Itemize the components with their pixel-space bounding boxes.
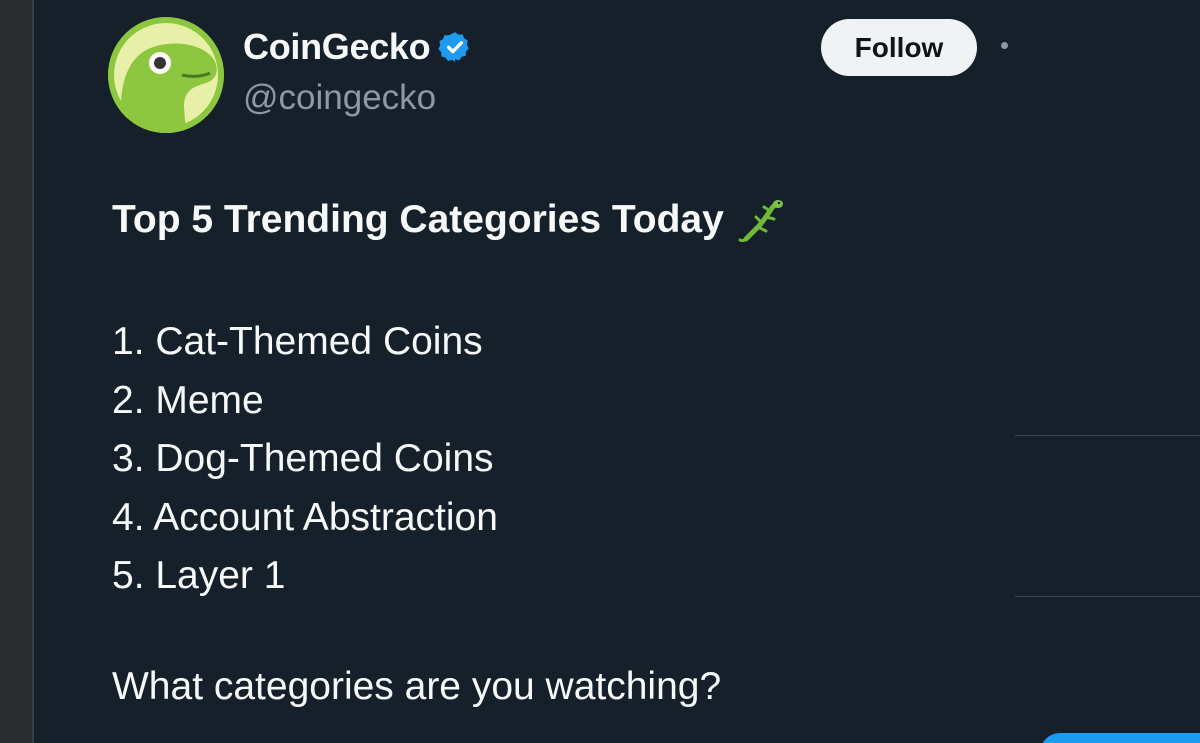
follow-button[interactable]: Follow — [821, 19, 977, 76]
tweet-title: Top 5 Trending Categories Today — [112, 198, 724, 241]
list-item: 5. Layer 1 — [112, 554, 286, 597]
verified-badge-icon — [438, 32, 470, 62]
list-item: 3. Dog-Themed Coins — [112, 437, 494, 480]
list-item: 1. Cat-Themed Coins — [112, 320, 483, 363]
left-border-edge — [32, 0, 34, 743]
tweet-screenshot: CoinGecko @coingecko Follow Top 5 Trendi… — [0, 0, 1200, 743]
sidebar-divider — [1015, 435, 1200, 436]
left-border-strip — [0, 0, 34, 743]
author-name-row[interactable]: CoinGecko — [243, 26, 472, 68]
author-handle[interactable]: @coingecko — [243, 78, 436, 118]
sidebar-divider — [1015, 596, 1200, 597]
more-options-icon[interactable] — [1001, 42, 1008, 49]
trending-categories-list: 1. Cat-Themed Coins 2. Meme 3. Dog-Theme… — [112, 313, 498, 606]
coingecko-logo-icon — [108, 17, 224, 133]
avatar[interactable] — [108, 17, 224, 133]
list-item: 4. Account Abstraction — [112, 495, 498, 539]
partial-blue-button[interactable] — [1040, 733, 1200, 743]
lizard-emoji — [738, 200, 783, 243]
list-item: 2. Meme — [112, 378, 264, 422]
tweet-title-row: Top 5 Trending Categories Today — [112, 195, 786, 245]
author-display-name[interactable]: CoinGecko — [243, 26, 431, 68]
tweet-question: What categories are you watching? — [112, 665, 722, 708]
